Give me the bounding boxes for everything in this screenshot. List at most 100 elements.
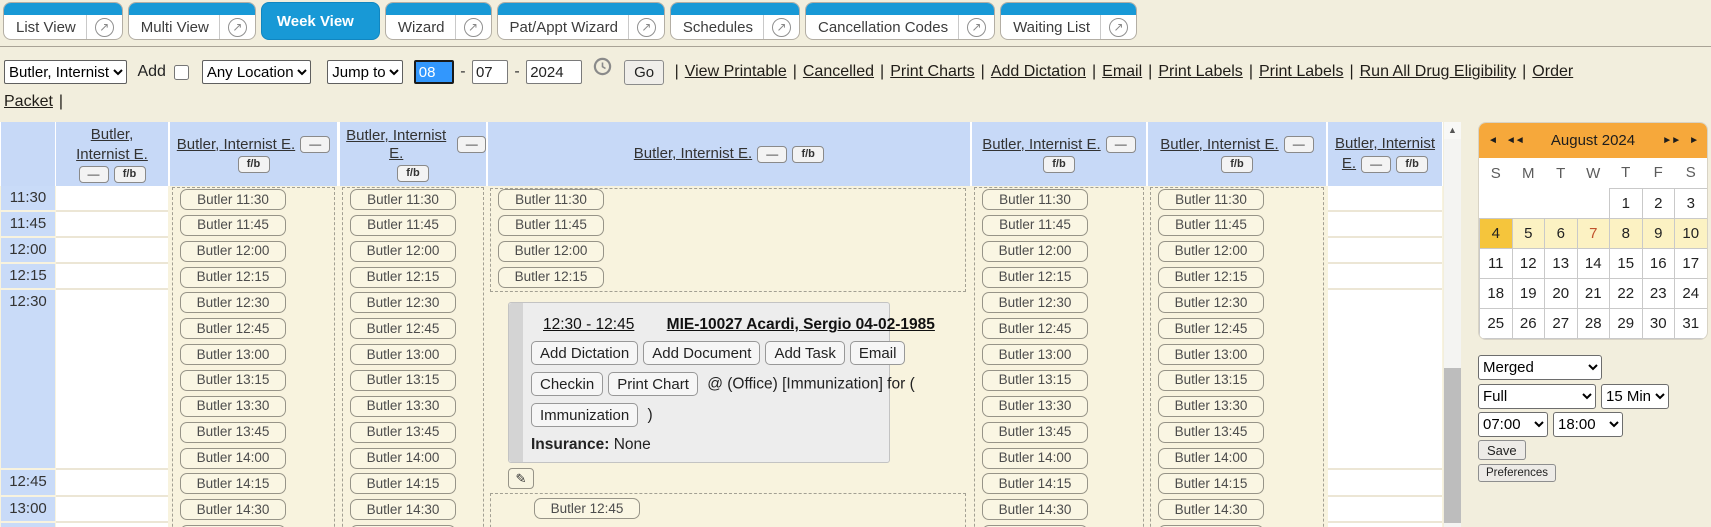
calendar-day-5[interactable]: 5 (1512, 218, 1545, 248)
calendar-day-29[interactable]: 29 (1610, 308, 1643, 338)
slot-button[interactable]: Butler 11:30 (1158, 189, 1264, 210)
provider-header-link[interactable]: Internist E. (76, 146, 148, 164)
slot-button[interactable]: Butler 12:45 (982, 318, 1088, 339)
calendar-day-6[interactable]: 6 (1545, 218, 1578, 248)
grid-scrollbar[interactable]: ▲ (1444, 122, 1461, 527)
tab-popup-button[interactable]: ↗ (763, 15, 799, 39)
slot-button[interactable]: Butler 13:00 (350, 344, 456, 365)
clock-icon[interactable] (593, 57, 612, 87)
slot-button[interactable]: Butler 12:45 (180, 318, 286, 339)
tab-popup-button[interactable]: ↗ (958, 15, 994, 39)
display-mode-select[interactable]: Merged (1478, 355, 1602, 380)
tab-popup-button[interactable]: ↗ (86, 15, 122, 39)
slot-button[interactable]: Butler 11:30 (982, 189, 1088, 210)
calendar-next-month-icon[interactable]: ►► (1662, 135, 1680, 146)
collapse-column-button[interactable]: — (1361, 156, 1391, 173)
slot-button[interactable]: Butler 11:45 (1158, 215, 1264, 236)
slot-button[interactable]: Butler 12:15 (180, 267, 286, 288)
forward-back-button[interactable]: f/b (1221, 156, 1253, 173)
tab-popup-button[interactable]: ↗ (628, 15, 664, 39)
slot-button[interactable]: Butler 13:15 (350, 370, 456, 391)
slot-button[interactable]: Butler 12:30 (982, 292, 1088, 313)
collapse-column-button[interactable]: — (79, 166, 109, 183)
calendar-day-1[interactable]: 1 (1610, 188, 1643, 218)
size-mode-select[interactable]: Full (1478, 384, 1596, 409)
calendar-day-4[interactable]: 4 (1480, 218, 1513, 248)
slot-button[interactable]: Butler 13:45 (1158, 422, 1264, 443)
calendar-day-23[interactable]: 23 (1642, 278, 1675, 308)
tab-cancellation-codes[interactable]: Cancellation Codes↗ (805, 2, 995, 40)
calendar-day-28[interactable]: 28 (1577, 308, 1610, 338)
calendar-day-14[interactable]: 14 (1577, 248, 1610, 278)
forward-back-button[interactable]: f/b (1396, 156, 1428, 173)
slot-button[interactable]: Butler 12:15 (498, 267, 604, 288)
slot-button[interactable]: Butler 14:00 (180, 448, 286, 469)
slot-button[interactable]: Butler 12:30 (180, 292, 286, 313)
slot-button[interactable]: Butler 14:00 (350, 448, 456, 469)
slot-button[interactable]: Butler 12:30 (1158, 292, 1264, 313)
calendar-day-31[interactable]: 31 (1675, 308, 1708, 338)
provider-header-link[interactable]: E. (1342, 155, 1356, 173)
forward-back-button[interactable]: f/b (792, 146, 824, 163)
slot-button[interactable]: Butler 12:00 (982, 241, 1088, 262)
add-dictation-button[interactable]: Add Dictation (531, 341, 638, 365)
calendar-prev-month-icon[interactable]: ◄◄ (1506, 135, 1524, 146)
add-task-button[interactable]: Add Task (765, 341, 844, 365)
interval-select[interactable]: 15 Min. (1601, 384, 1669, 409)
calendar-day-18[interactable]: 18 (1480, 278, 1513, 308)
calendar-day-19[interactable]: 19 (1512, 278, 1545, 308)
slot-button[interactable]: Butler 14:15 (180, 473, 286, 494)
add-checkbox[interactable] (174, 65, 189, 80)
collapse-column-button[interactable]: — (300, 136, 330, 153)
calendar-day-15[interactable]: 15 (1610, 248, 1643, 278)
tab-pat-appt-wizard[interactable]: Pat/Appt Wizard↗ (497, 2, 665, 40)
day-start-select[interactable]: 07:00 (1478, 412, 1548, 437)
slot-button[interactable]: Butler 14:30 (982, 499, 1088, 520)
tab-wizard[interactable]: Wizard↗ (385, 2, 492, 40)
slot-button[interactable]: Butler 14:30 (350, 499, 456, 520)
calendar-day-21[interactable]: 21 (1577, 278, 1610, 308)
slot-button[interactable]: Butler 12:30 (350, 292, 456, 313)
calendar-day-10[interactable]: 10 (1675, 218, 1708, 248)
calendar-day-24[interactable]: 24 (1675, 278, 1708, 308)
link-print-labels[interactable]: Print Labels (1158, 63, 1243, 80)
print-chart-button[interactable]: Print Chart (608, 372, 698, 396)
slot-button[interactable]: Butler 13:00 (180, 344, 286, 365)
calendar-next-year-icon[interactable]: ► (1689, 135, 1698, 146)
collapse-column-button[interactable]: — (1284, 136, 1314, 153)
preferences-button[interactable]: Preferences (1478, 464, 1556, 482)
slot-button[interactable]: Butler 11:45 (498, 215, 604, 236)
forward-back-button[interactable]: f/b (238, 156, 270, 173)
calendar-day-7[interactable]: 7 (1577, 218, 1610, 248)
slot-button[interactable]: Butler 13:45 (982, 422, 1088, 443)
jump-to-select[interactable]: Jump to (327, 60, 403, 84)
forward-back-button[interactable]: f/b (114, 166, 146, 183)
calendar-day-3[interactable]: 3 (1675, 188, 1708, 218)
provider-select[interactable]: Butler, Internist (4, 60, 127, 84)
slot-button[interactable]: Butler 13:30 (180, 396, 286, 417)
tab-week-view[interactable]: Week View (261, 2, 380, 40)
link-email[interactable]: Email (1102, 63, 1142, 80)
date-month-input[interactable] (414, 60, 454, 84)
slot-button[interactable]: Butler 13:00 (1158, 344, 1264, 365)
slot-button[interactable]: Butler 14:15 (1158, 473, 1264, 494)
calendar-day-26[interactable]: 26 (1512, 308, 1545, 338)
add-document-button[interactable]: Add Document (643, 341, 760, 365)
collapse-column-button[interactable]: — (1106, 136, 1136, 153)
calendar-day-25[interactable]: 25 (1480, 308, 1513, 338)
provider-header-link[interactable]: Butler, Internist E. (634, 145, 752, 163)
slot-button[interactable]: Butler 11:45 (350, 215, 456, 236)
provider-header-link[interactable]: Butler, (91, 126, 134, 144)
slot-button[interactable]: Butler 11:30 (498, 189, 604, 210)
slot-button[interactable]: Butler 12:45 (350, 318, 456, 339)
slot-button[interactable]: Butler 14:15 (350, 473, 456, 494)
slot-button[interactable]: Butler 11:45 (982, 215, 1088, 236)
slot-button[interactable]: Butler 14:30 (180, 499, 286, 520)
tab-popup-button[interactable]: ↗ (219, 15, 255, 39)
tab-multi-view[interactable]: Multi View↗ (128, 2, 256, 40)
provider-header-link[interactable]: Butler, Internist E. (1160, 136, 1278, 154)
edit-pencil-icon[interactable]: ✎ (508, 468, 534, 489)
slot-button[interactable]: Butler 12:00 (350, 241, 456, 262)
go-button[interactable]: Go (624, 60, 664, 85)
slot-button[interactable]: Butler 13:45 (180, 422, 286, 443)
